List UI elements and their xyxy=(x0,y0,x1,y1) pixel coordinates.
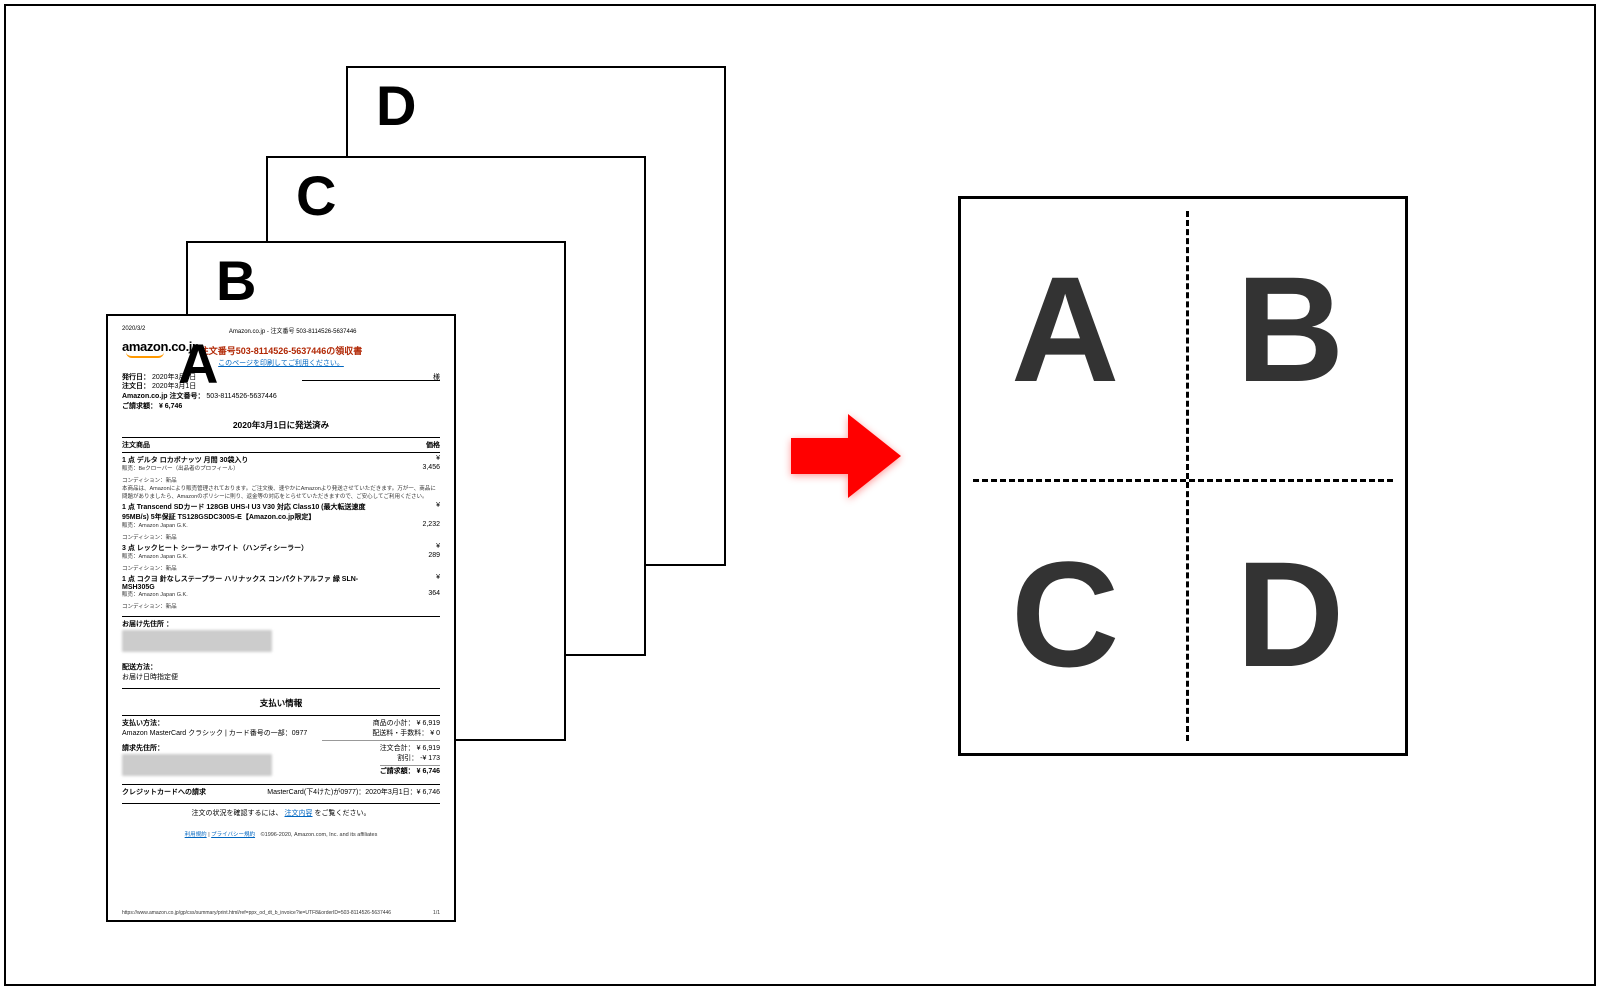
item4-cond: コンディション：新品 xyxy=(122,602,440,610)
grand-l: ご請求額： xyxy=(380,768,415,775)
shipto-redacted xyxy=(122,630,272,652)
item3-price: 289 xyxy=(428,552,440,560)
item3-cond: コンディション：新品 xyxy=(122,564,440,572)
copyright: ©1996-2020, Amazon.com, Inc. and its aff… xyxy=(261,832,378,838)
order-date-label: 注文日： xyxy=(122,383,150,390)
col-price: 価格 xyxy=(426,440,440,450)
grand-r: ¥ 6,746 xyxy=(417,768,440,775)
charge-amount: ¥ 6,746 xyxy=(159,403,182,410)
quadrant-label-a: A xyxy=(1011,254,1119,404)
item4-name: 1 点 コクヨ 針なしステープラー ハリナックス コンパクトアルファ 緑 SLN… xyxy=(122,574,382,591)
subtotal-r: ¥ 6,919 xyxy=(417,720,440,727)
paymethod-label: 支払い方法： xyxy=(122,720,164,727)
horizontal-divider xyxy=(973,479,1393,482)
page-label-b: B xyxy=(216,253,256,309)
discount-r: -¥ 173 xyxy=(420,755,440,762)
item1-cond: コンディション：新品 xyxy=(122,476,440,484)
page-label-c: C xyxy=(296,168,336,224)
invoice-header-center: Amazon.co.jp - 注文番号 503-8114526-5637446 xyxy=(229,326,357,335)
check-order-2: をご覧ください。 xyxy=(314,810,370,817)
quadrant-label-b: B xyxy=(1236,254,1344,404)
payment-heading: 支払い情報 xyxy=(122,697,440,709)
item3-seller: 販売：Amazon Japan G.K. xyxy=(122,552,188,560)
subtotal-l: 商品の小計： xyxy=(373,720,415,727)
diagram-canvas: D C B 2020/3/2 Amazon.co.jp - 注文番号 503-8… xyxy=(4,4,1596,986)
col-items: 注文商品 xyxy=(122,440,150,450)
item4-price: 364 xyxy=(428,590,440,598)
cc-charge-label: クレジットカードへの請求 xyxy=(122,787,206,797)
check-order-1: 注文の状況を確認するには、 xyxy=(192,810,283,817)
item1-note: 本商品は、Amazonにより販売管理されております。ご注文後、速やかにAmazo… xyxy=(122,484,440,500)
cc-charge-value: MasterCard(下4けた)が0977)：2020年3月1日：¥ 6,746 xyxy=(267,787,440,797)
stack-page-a: 2020/3/2 Amazon.co.jp - 注文番号 503-8114526… xyxy=(106,314,456,922)
combined-page: A B C D xyxy=(958,196,1408,756)
terms-link: 利用規約 xyxy=(185,832,207,838)
item2-cur: ¥ xyxy=(436,502,440,522)
arrow-icon xyxy=(786,396,906,516)
vertical-divider xyxy=(1186,211,1189,741)
item1-price: 3,456 xyxy=(422,464,440,472)
invoice-document: 2020/3/2 Amazon.co.jp - 注文番号 503-8114526… xyxy=(108,316,454,920)
issue-date-label: 発行日： xyxy=(122,374,150,381)
page-label-a: A xyxy=(178,336,218,392)
item4-seller: 販売：Amazon Japan G.K. xyxy=(122,590,188,598)
source-page-stack: D C B 2020/3/2 Amazon.co.jp - 注文番号 503-8… xyxy=(96,66,746,936)
footer-page: 1/1 xyxy=(433,910,440,916)
item1-seller: 販売：Beクローバー（出品者のプロフィール） xyxy=(122,464,239,472)
item4-cur: ¥ xyxy=(436,574,440,591)
charge-label: ご請求額： xyxy=(122,403,157,410)
discount-l: 割引： xyxy=(397,755,418,762)
shipping-r: ¥ 0 xyxy=(430,730,440,737)
ordertotal-r: ¥ 6,919 xyxy=(417,745,440,752)
billto-redacted xyxy=(122,754,272,776)
billto-heading: 請求先住所： xyxy=(122,745,164,752)
invoice-print-hint: このページを印刷してご利用ください。 xyxy=(122,358,440,368)
item2-name: 1 点 Transcend SDカード 128GB UHS-I U3 V30 対… xyxy=(122,502,382,522)
shipped-heading: 2020年3月1日に発送済み xyxy=(122,419,440,431)
ordertotal-l: 注文合計： xyxy=(380,745,415,752)
item2-cond: コンディション：新品 xyxy=(122,533,440,541)
method: お届け日時指定便 xyxy=(122,672,440,682)
item2-price: 2,232 xyxy=(422,521,440,529)
invoice-print-date: 2020/3/2 xyxy=(122,326,145,335)
footer-url: https://www.amazon.co.jp/gp/css/summary/… xyxy=(122,910,391,916)
order-content-link: 注文内容 xyxy=(285,810,313,817)
item2-seller: 販売：Amazon Japan G.K. xyxy=(122,521,188,529)
quadrant-label-d: D xyxy=(1236,539,1344,689)
honorific: 様 xyxy=(433,372,440,382)
paymethod: Amazon MasterCard クラシック | カード番号の一部：0977 xyxy=(122,730,307,737)
shipto-heading: お届け先住所 ： xyxy=(122,619,440,629)
page-label-d: D xyxy=(376,78,416,134)
shipping-l: 配送料・手数料： xyxy=(372,730,428,737)
quadrant-label-c: C xyxy=(1011,539,1119,689)
privacy-link: プライバシー規約 xyxy=(211,832,255,838)
method-heading: 配送方法： xyxy=(122,662,440,672)
